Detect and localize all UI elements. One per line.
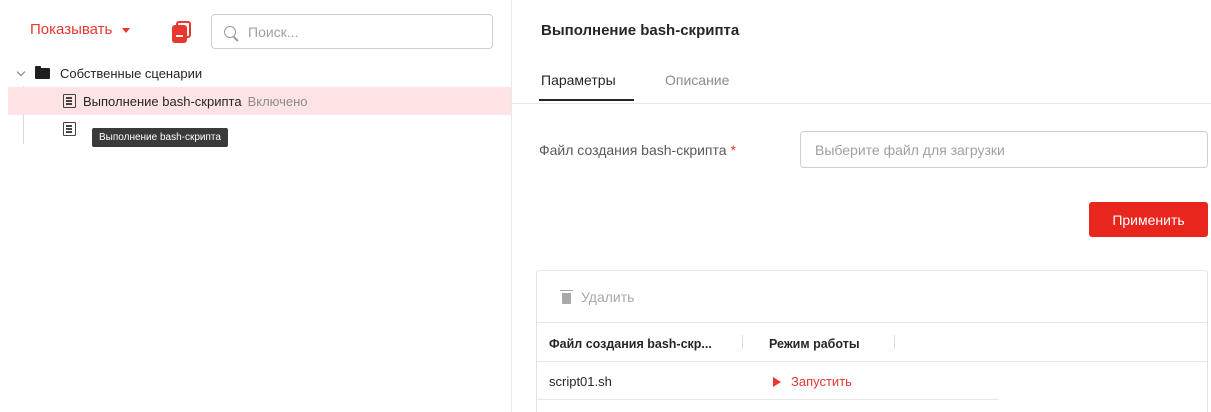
page-title: Выполнение bash-скрипта (541, 22, 740, 39)
tooltip: Выполнение bash-скрипта (92, 128, 228, 147)
scripts-table: Удалить Файл создания bash-скр... Режим … (536, 270, 1208, 412)
column-header-mode[interactable]: Режим работы (769, 337, 860, 351)
column-header-file[interactable]: Файл создания bash-скр... (549, 337, 712, 351)
table-row-divider (537, 399, 999, 400)
tree-item-second[interactable] (8, 115, 76, 143)
chevron-down-icon[interactable] (16, 67, 26, 76)
run-button[interactable]: Запустить (773, 374, 852, 389)
tabs-bar: Параметры Описание (512, 68, 1211, 104)
apply-button[interactable]: Применить (1089, 202, 1208, 237)
divider (537, 322, 1207, 323)
tab-parameters[interactable]: Параметры (539, 72, 634, 101)
file-field-label-text: Файл создания bash-скрипта (539, 142, 727, 158)
search-icon (224, 25, 236, 38)
panel-divider (511, 0, 512, 412)
column-separator[interactable] (742, 335, 743, 349)
show-dropdown-label: Показывать (30, 21, 113, 38)
trash-icon (560, 289, 573, 304)
run-label: Запустить (791, 374, 852, 389)
search-box (211, 14, 493, 49)
table-cell-file: script01.sh (549, 374, 612, 389)
tree-item-label: Выполнение bash-скрипта (83, 93, 242, 109)
divider (537, 361, 1207, 362)
column-separator[interactable] (894, 335, 895, 349)
file-field-label: Файл создания bash-скрипта * (539, 142, 736, 158)
tree-item-status: Включено (247, 93, 308, 109)
file-upload-field[interactable] (800, 131, 1208, 168)
play-icon (773, 376, 781, 387)
search-input[interactable] (248, 23, 478, 40)
delete-label: Удалить (581, 289, 635, 305)
caret-down-icon (122, 28, 131, 33)
tree-root-node[interactable]: Собственные сценарии (15, 63, 202, 83)
tab-description[interactable]: Описание (665, 72, 729, 88)
delete-button[interactable]: Удалить (560, 289, 635, 305)
left-panel: Показывать Собственные сценарии Выполнен… (0, 0, 511, 412)
scenario-icon (63, 122, 76, 136)
scenario-icon (63, 94, 76, 108)
folder-icon (35, 65, 50, 79)
show-dropdown-button[interactable]: Показывать (30, 21, 131, 38)
required-mark: * (730, 142, 736, 158)
copy-icon[interactable] (172, 21, 192, 43)
tree-item-bash-script[interactable]: Выполнение bash-скрипта Включено (8, 87, 511, 115)
tree-root-label: Собственные сценарии (60, 65, 203, 81)
